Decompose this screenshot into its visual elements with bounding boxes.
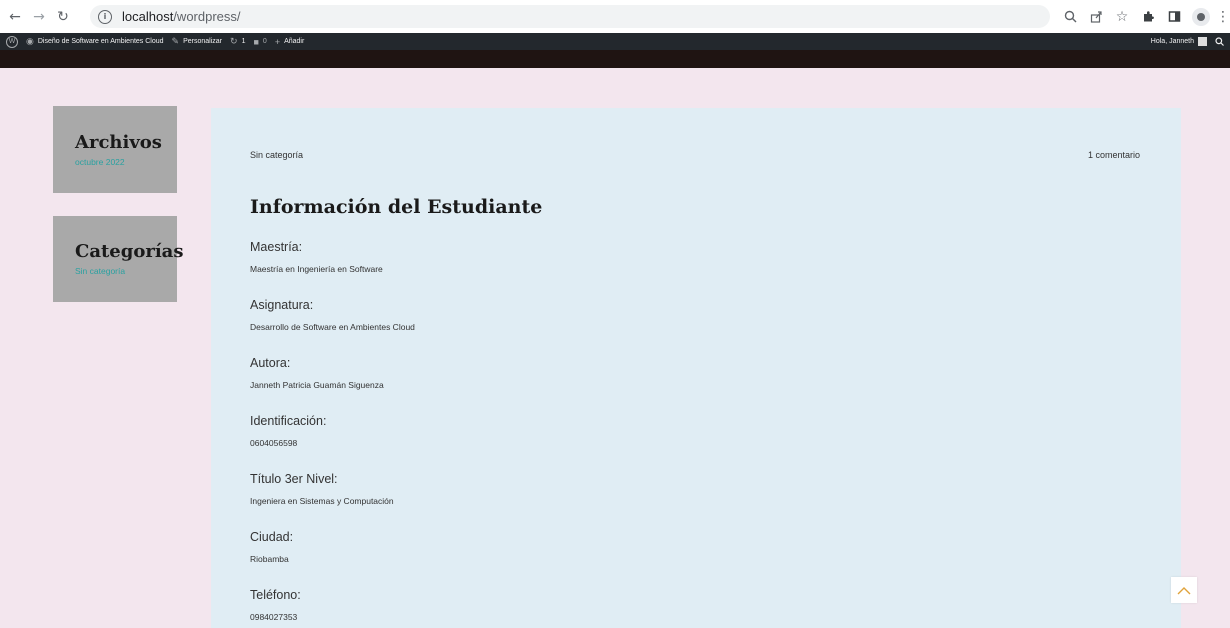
chevron-up-icon: [1177, 586, 1191, 594]
site-name-label: Diseño de Software en Ambientes Cloud: [37, 38, 164, 45]
field-label: Título 3er Nivel:: [250, 472, 338, 486]
site-info-icon[interactable]: i: [98, 9, 112, 24]
field-value: Riobamba: [250, 554, 289, 564]
admin-updates[interactable]: ↻ 1: [230, 36, 245, 47]
field-asignatura: Asignatura: Desarrollo de Software en Am…: [250, 298, 415, 332]
profile-avatar-icon[interactable]: [1192, 7, 1210, 26]
field-ciudad: Ciudad: Riobamba: [250, 530, 293, 564]
field-value: 0604056598: [250, 438, 298, 448]
wp-admin-bar: W ◉ Diseño de Software en Ambientes Cloud…: [0, 33, 1230, 50]
field-label: Autora:: [250, 356, 291, 370]
admin-add-new[interactable]: + Añadir: [275, 37, 305, 47]
field-titulo: Título 3er Nivel: Ingeniera en Sistemas …: [250, 472, 394, 506]
extensions-icon[interactable]: [1140, 9, 1156, 25]
field-label: Asignatura:: [250, 298, 314, 312]
comment-icon: ■: [253, 36, 259, 47]
back-arrow-icon[interactable]: ←: [6, 8, 24, 26]
brush-icon: ✎: [171, 36, 180, 46]
post-category-link[interactable]: Sin categoría: [250, 150, 303, 160]
field-maestria: Maestría: Maestría en Ingeniería en Soft…: [250, 240, 383, 274]
header-band: [0, 50, 1230, 68]
scroll-to-top-button[interactable]: [1171, 577, 1197, 603]
archives-widget: Archivos octubre 2022: [53, 106, 177, 193]
field-telefono: Teléfono: 0984027353: [250, 588, 301, 622]
customize-label: Personalizar: [183, 38, 223, 45]
field-value: 0984027353: [250, 612, 298, 622]
admin-search-icon[interactable]: [1215, 37, 1224, 46]
categories-widget: Categorías Sin categoría: [53, 216, 184, 302]
sidepanel-icon[interactable]: [1166, 9, 1182, 25]
categories-link-uncategorized[interactable]: Sin categoría: [75, 266, 177, 276]
browser-toolbar: ← → ↻ i localhost/wordpress/ ☆ ⋮: [0, 0, 1230, 33]
forward-arrow-icon[interactable]: →: [30, 8, 48, 26]
post-comments-link[interactable]: 1 comentario: [1088, 150, 1140, 160]
field-identificacion: Identificación: 0604056598: [250, 414, 326, 448]
wordpress-logo-icon[interactable]: W: [6, 35, 18, 48]
updates-icon: ↻: [230, 36, 238, 46]
share-icon[interactable]: [1088, 9, 1104, 25]
post-article: Sin categoría 1 comentario Información d…: [211, 108, 1181, 628]
admin-site-name[interactable]: ◉ Diseño de Software en Ambientes Cloud: [26, 36, 164, 47]
field-value: Janneth Patricia Guamán Siguenza: [250, 380, 384, 390]
field-label: Maestría:: [250, 240, 303, 254]
comments-count: 0: [262, 38, 267, 45]
dashboard-icon: ◉: [26, 36, 34, 46]
post-title: Información del Estudiante: [250, 196, 543, 218]
greeting-label: Hola, Janneth: [1150, 38, 1194, 45]
bookmark-star-icon[interactable]: ☆: [1114, 9, 1130, 25]
field-autora: Autora: Janneth Patricia Guamán Siguenza: [250, 356, 384, 390]
admin-customize[interactable]: ✎ Personalizar: [172, 36, 222, 47]
user-avatar: [1198, 37, 1207, 46]
menu-kebab-icon[interactable]: ⋮: [1216, 9, 1230, 25]
archives-link-october-2022[interactable]: octubre 2022: [75, 157, 177, 167]
page-body: Archivos octubre 2022 Categorías Sin cat…: [8, 68, 1226, 628]
updates-count: 1: [241, 38, 246, 45]
field-label: Ciudad:: [250, 530, 294, 544]
add-new-label: Añadir: [284, 38, 305, 45]
reload-icon[interactable]: ↻: [54, 8, 72, 26]
categories-title: Categorías: [75, 241, 184, 262]
url-path: /wordpress/: [173, 9, 241, 24]
admin-account[interactable]: Hola, Janneth: [1151, 37, 1207, 46]
field-label: Teléfono:: [250, 588, 301, 602]
archives-title: Archivos: [75, 132, 162, 153]
url-host: localhost: [122, 9, 174, 24]
admin-comments[interactable]: ■ 0: [253, 37, 266, 47]
address-url[interactable]: localhost/wordpress/: [122, 9, 241, 24]
field-value: Ingeniera en Sistemas y Computación: [250, 496, 394, 506]
field-label: Identificación:: [250, 414, 327, 428]
address-bar[interactable]: i localhost/wordpress/: [90, 5, 1050, 28]
plus-icon: +: [274, 36, 281, 47]
zoom-icon[interactable]: [1062, 9, 1078, 25]
field-value: Maestría en Ingeniería en Software: [250, 264, 383, 274]
field-value: Desarrollo de Software en Ambientes Clou…: [250, 322, 415, 332]
